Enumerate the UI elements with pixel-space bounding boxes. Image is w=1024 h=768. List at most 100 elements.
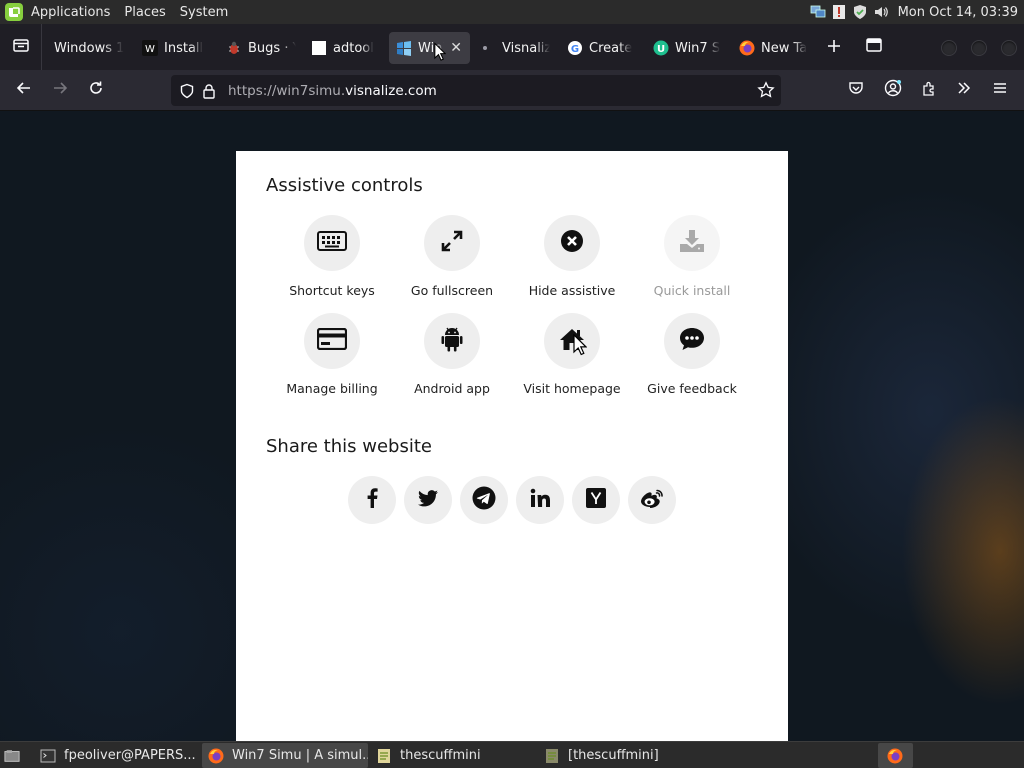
tab-new-tab[interactable]: New Ta — [732, 32, 812, 64]
blank-page-icon — [311, 40, 327, 56]
share-linkedin-button[interactable] — [516, 476, 564, 524]
puzzle-icon — [921, 80, 937, 100]
shortcut-keys-button[interactable]: Shortcut keys — [272, 215, 392, 298]
control-label: Shortcut keys — [289, 283, 375, 298]
telegram-icon — [472, 486, 496, 514]
tab-list-button[interactable] — [0, 24, 42, 70]
plus-icon — [827, 38, 841, 57]
tab-adtool[interactable]: adtool — [304, 32, 384, 64]
task-label: [thescuffmini] — [568, 748, 659, 763]
workspace-firefox-button[interactable] — [878, 743, 913, 768]
chat-bubble-icon — [678, 326, 706, 356]
credit-card-icon — [316, 327, 348, 354]
firefox-icon — [887, 748, 903, 764]
tracking-protection-shield-icon[interactable] — [178, 82, 196, 100]
firefox-icon — [208, 748, 224, 764]
forward-button[interactable] — [45, 75, 75, 105]
show-desktop-button[interactable] — [0, 743, 30, 768]
network-icon[interactable] — [810, 4, 826, 20]
go-fullscreen-button[interactable]: Go fullscreen — [392, 215, 512, 298]
url-text[interactable]: https://win7simu.visnalize.com — [228, 83, 437, 99]
tab-install[interactable]: W Install — [134, 32, 208, 64]
share-hacker-news-button[interactable] — [572, 476, 620, 524]
system-tray: Mon Oct 14, 03:39 — [810, 0, 1024, 24]
linux-mint-logo-icon[interactable] — [4, 2, 24, 22]
w-icon: W — [142, 40, 158, 56]
app-menu-button[interactable] — [985, 75, 1015, 105]
lock-icon[interactable] — [200, 82, 218, 100]
arrow-right-icon — [52, 80, 68, 100]
share-telegram-button[interactable] — [460, 476, 508, 524]
keyboard-icon — [317, 231, 347, 255]
show-desktop-icon — [4, 748, 20, 764]
assistive-controls-title: Assistive controls — [266, 175, 423, 196]
task-thescuffmini[interactable]: thescuffmini — [370, 743, 536, 768]
close-tab-icon[interactable]: ✕ — [450, 40, 462, 56]
tab-label: adtool — [333, 40, 374, 56]
visit-homepage-button[interactable]: Visit homepage — [512, 313, 632, 396]
tab-bugs[interactable]: Bugs · Y — [218, 32, 296, 64]
windows-icon — [396, 40, 412, 56]
top-system-panel: Applications Places System Mon Oct 14, 0… — [0, 0, 1024, 24]
tab-win7-s[interactable]: U Win7 S — [646, 32, 726, 64]
pocket-icon — [848, 80, 864, 100]
share-twitter-button[interactable] — [404, 476, 452, 524]
download-icon — [679, 229, 705, 257]
svg-text:G: G — [571, 44, 579, 55]
double-chevron-right-icon — [956, 80, 972, 100]
account-icon — [884, 79, 902, 101]
close-window-button[interactable] — [1001, 40, 1017, 56]
tab-overview-button[interactable] — [859, 32, 889, 62]
more-tools-button[interactable] — [949, 75, 979, 105]
svg-text:W: W — [145, 44, 155, 55]
tab-label: Bugs · Y — [248, 40, 296, 56]
svg-text:U: U — [657, 44, 665, 55]
tab-list-icon — [12, 36, 30, 58]
minimize-window-button[interactable] — [941, 40, 957, 56]
tab-windows[interactable]: Windows 1 — [48, 32, 132, 64]
tab-visnalize[interactable]: Visnalize — [478, 32, 550, 64]
page-viewport: Assistive controls Shortcut keys Go full… — [0, 111, 1024, 741]
volume-icon[interactable] — [873, 4, 889, 20]
task-terminal[interactable]: fpeoliver@PAPERS... — [34, 743, 198, 768]
tab-label: Create — [589, 40, 633, 56]
tab-label: Visnalize — [502, 40, 550, 56]
tab-label: Win7 — [418, 40, 444, 56]
system-menu[interactable]: System — [173, 0, 235, 24]
tab-win7simu-active[interactable]: Win7 ✕ — [389, 32, 470, 64]
file-icon — [376, 748, 392, 764]
applications-menu[interactable]: Applications — [24, 0, 117, 24]
new-tab-button[interactable] — [819, 32, 849, 62]
places-menu[interactable]: Places — [117, 0, 172, 24]
task-thescuffmini-2[interactable]: [thescuffmini] — [538, 743, 704, 768]
hamburger-menu-icon — [992, 80, 1008, 100]
control-label: Quick install — [653, 283, 731, 298]
reload-button[interactable] — [81, 75, 111, 105]
tab-create[interactable]: G Create — [560, 32, 640, 64]
clock[interactable]: Mon Oct 14, 03:39 — [894, 5, 1024, 20]
hide-assistive-button[interactable]: Hide assistive — [512, 215, 632, 298]
share-weibo-button[interactable] — [628, 476, 676, 524]
give-feedback-button[interactable]: Give feedback — [632, 313, 752, 396]
control-label: Visit homepage — [523, 381, 621, 396]
manage-billing-button[interactable]: Manage billing — [272, 313, 392, 396]
bookmark-star-icon[interactable] — [757, 81, 775, 103]
share-facebook-button[interactable] — [348, 476, 396, 524]
home-icon — [559, 327, 585, 355]
address-bar[interactable]: https://win7simu.visnalize.com — [171, 75, 781, 106]
android-icon — [441, 326, 463, 356]
task-label: Win7 Simu | A simul... — [232, 748, 368, 763]
extensions-button[interactable] — [914, 75, 944, 105]
back-button[interactable] — [9, 75, 39, 105]
maximize-window-button[interactable] — [971, 40, 987, 56]
update-warning-icon[interactable] — [831, 4, 847, 20]
tab-label: Windows 1 — [54, 40, 125, 56]
linkedin-icon — [530, 488, 550, 512]
shield-icon[interactable] — [852, 4, 868, 20]
expand-icon — [440, 229, 464, 257]
tab-label: Win7 S — [675, 40, 721, 56]
pocket-button[interactable] — [841, 75, 871, 105]
android-app-button[interactable]: Android app — [392, 313, 512, 396]
account-button[interactable] — [878, 75, 908, 105]
task-firefox-win7simu[interactable]: Win7 Simu | A simul... — [202, 743, 368, 768]
